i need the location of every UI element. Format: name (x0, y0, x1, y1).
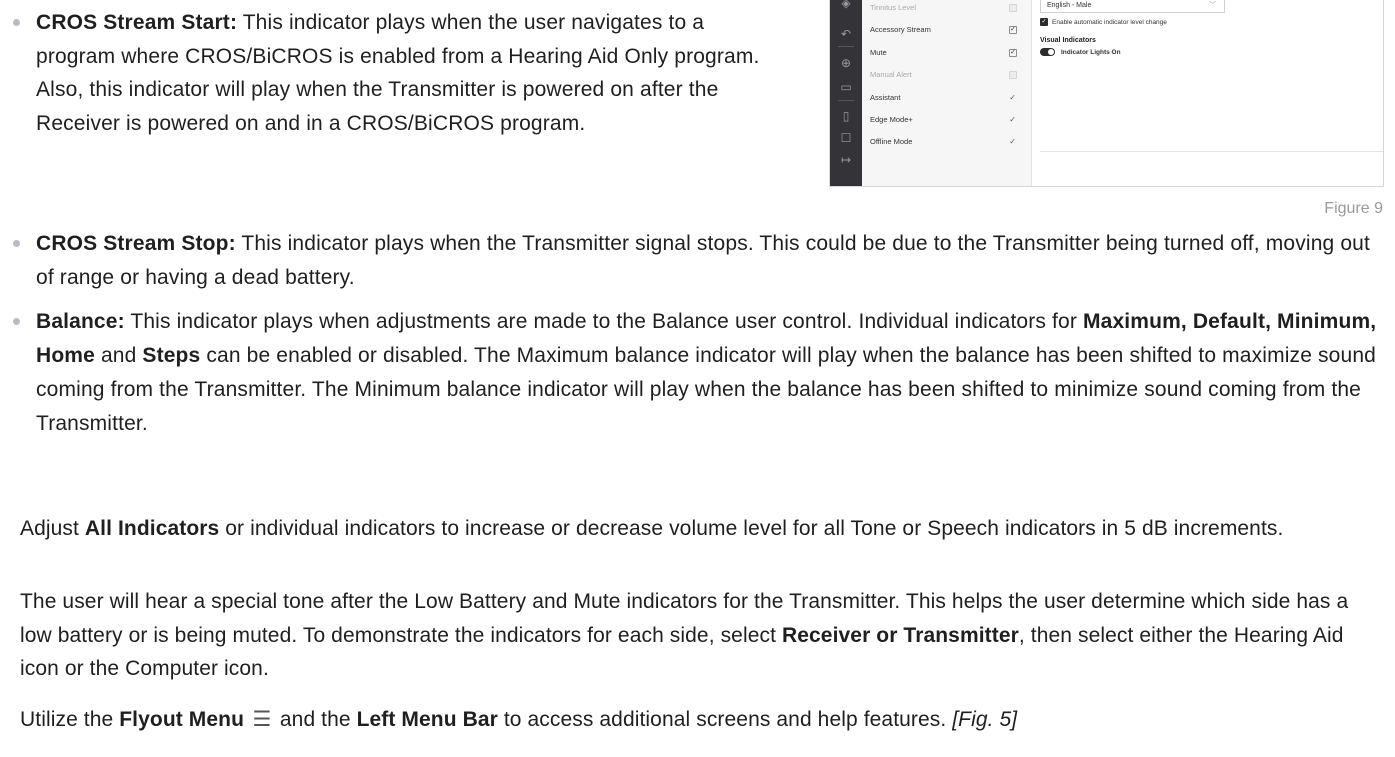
globe-icon: ⊕ (840, 56, 852, 70)
logout-icon: ↦ (840, 153, 852, 167)
figure-reference: [Fig. 5] (952, 708, 1018, 731)
list-item[interactable]: Mute ✓ (862, 42, 1031, 64)
paragraph-bold: Receiver or Transmitter (781, 623, 1019, 647)
auto-level-checkbox-row[interactable]: ✓ Enable automatic indicator level change (1040, 18, 1167, 28)
list-item[interactable]: Manual Alert (862, 64, 1031, 86)
bullet-text: This indicator plays when adjustments ar… (124, 310, 1083, 333)
chevron-down-icon: ﹀ (1209, 2, 1216, 9)
bullet-bold: Steps (142, 344, 201, 367)
divider (1040, 151, 1383, 152)
list-item[interactable]: Assistant ✓ (862, 87, 1031, 109)
bullet-term: Balance: (36, 310, 125, 333)
indicator-list: Tinnitus Level Accessory Stream ✓ Mute ✓… (862, 0, 1032, 186)
bullet-dot-icon (13, 318, 20, 325)
list-item[interactable]: Offline Mode ✓ (862, 131, 1031, 153)
paragraph-text: and the (273, 708, 357, 731)
chat-icon: ▭ (840, 80, 852, 94)
checkbox[interactable] (1009, 4, 1017, 12)
figure-9-screenshot: ◈ ↶ ⊕ ▭ ▯ ☐ ↦ Tinnitus Level Accessory S… (829, 0, 1384, 187)
bullet-term: CROS Stream Stop: (36, 232, 236, 255)
figure-caption: Figure 9 (1324, 200, 1383, 217)
language-select-value: English - Male (1047, 2, 1092, 9)
bullet-text: can be enabled or disabled. The Maximum … (36, 344, 1376, 435)
bullet-dot-icon (13, 19, 20, 26)
menu-divider (838, 100, 854, 101)
toggle-switch[interactable] (1040, 48, 1055, 57)
paragraph-text: Adjust (20, 517, 85, 540)
paragraph-bold: Left Menu Bar (356, 708, 498, 731)
undo-icon: ↶ (840, 27, 852, 41)
indicator-icon: ◈ (841, 0, 851, 10)
paragraph-bold: Flyout Menu (119, 708, 245, 731)
list-item-label: Tinnitus Level (870, 3, 916, 12)
checkbox[interactable] (1009, 71, 1017, 80)
list-item[interactable]: Edge Mode+ ✓ (862, 109, 1031, 131)
visual-indicators-heading: Visual Indicators (1040, 37, 1096, 44)
list-item-label: Offline Mode (870, 137, 913, 147)
left-menu-bar: ◈ ↶ ⊕ ▭ ▯ ☐ ↦ (830, 0, 862, 186)
indicator-lights-toggle-row[interactable]: Indicator Lights On (1040, 48, 1121, 58)
indicator-settings-panel: English - Male ﹀ ✓ Enable automatic indic… (1040, 0, 1383, 186)
menu-divider (838, 46, 854, 47)
list-item-label: Accessory Stream (870, 25, 931, 35)
checkbox[interactable]: ✓ (1009, 48, 1017, 57)
indicator-lights-label: Indicator Lights On (1061, 49, 1121, 56)
bullet-term: CROS Stream Start: (36, 11, 238, 34)
bullet-text: and (94, 344, 143, 367)
check-icon: ✓ (1009, 137, 1016, 147)
check-icon: ✓ (1009, 92, 1016, 102)
language-select[interactable]: English - Male ﹀ (1040, 0, 1225, 13)
indicator-bullet-list: CROS Stream Stop: This indicator plays w… (10, 227, 1390, 451)
list-item[interactable]: Tinnitus Level (862, 0, 1031, 19)
list-item-label: Assistant (870, 92, 901, 102)
paragraph-bold: All Indicators (84, 517, 220, 540)
bullet-item: Balance: This indicator plays when adjus… (10, 305, 1390, 441)
check-icon: ✓ (1009, 114, 1016, 124)
edit-icon: ☐ (840, 131, 852, 145)
paragraph-text: to access additional screens and help fe… (497, 708, 953, 731)
bullet-item: CROS Stream Start: This indicator plays … (10, 6, 780, 140)
bullet-dot-icon (13, 240, 20, 247)
adjust-indicators-paragraph: Adjust All Indicators or individual indi… (20, 512, 1370, 546)
list-item-label: Edge Mode+ (870, 114, 913, 124)
bullet-item: CROS Stream Stop: This indicator plays w… (10, 227, 1390, 295)
bullet-text: This indicator plays when the Transmitte… (36, 232, 1370, 289)
auto-level-label: Enable automatic indicator level change (1052, 19, 1167, 26)
hamburger-menu-icon: ☰ (252, 708, 272, 731)
list-item-label: Manual Alert (870, 70, 912, 80)
document-icon: ▯ (842, 109, 850, 123)
cros-stream-start-bullet: CROS Stream Start: This indicator plays … (10, 6, 780, 140)
list-item[interactable]: Accessory Stream ✓ (862, 19, 1031, 41)
list-item-label: Mute (870, 47, 887, 57)
special-tone-paragraph: The user will hear a special tone after … (20, 585, 1370, 686)
paragraph-text: Utilize the (20, 708, 120, 731)
paragraph-text: or individual indicators to increase or … (219, 517, 1284, 540)
checkbox[interactable]: ✓ (1009, 26, 1017, 35)
checkbox-checked-icon[interactable]: ✓ (1040, 18, 1048, 27)
flyout-menu-paragraph: Utilize the Flyout Menu ☰ and the Left M… (20, 703, 1395, 737)
